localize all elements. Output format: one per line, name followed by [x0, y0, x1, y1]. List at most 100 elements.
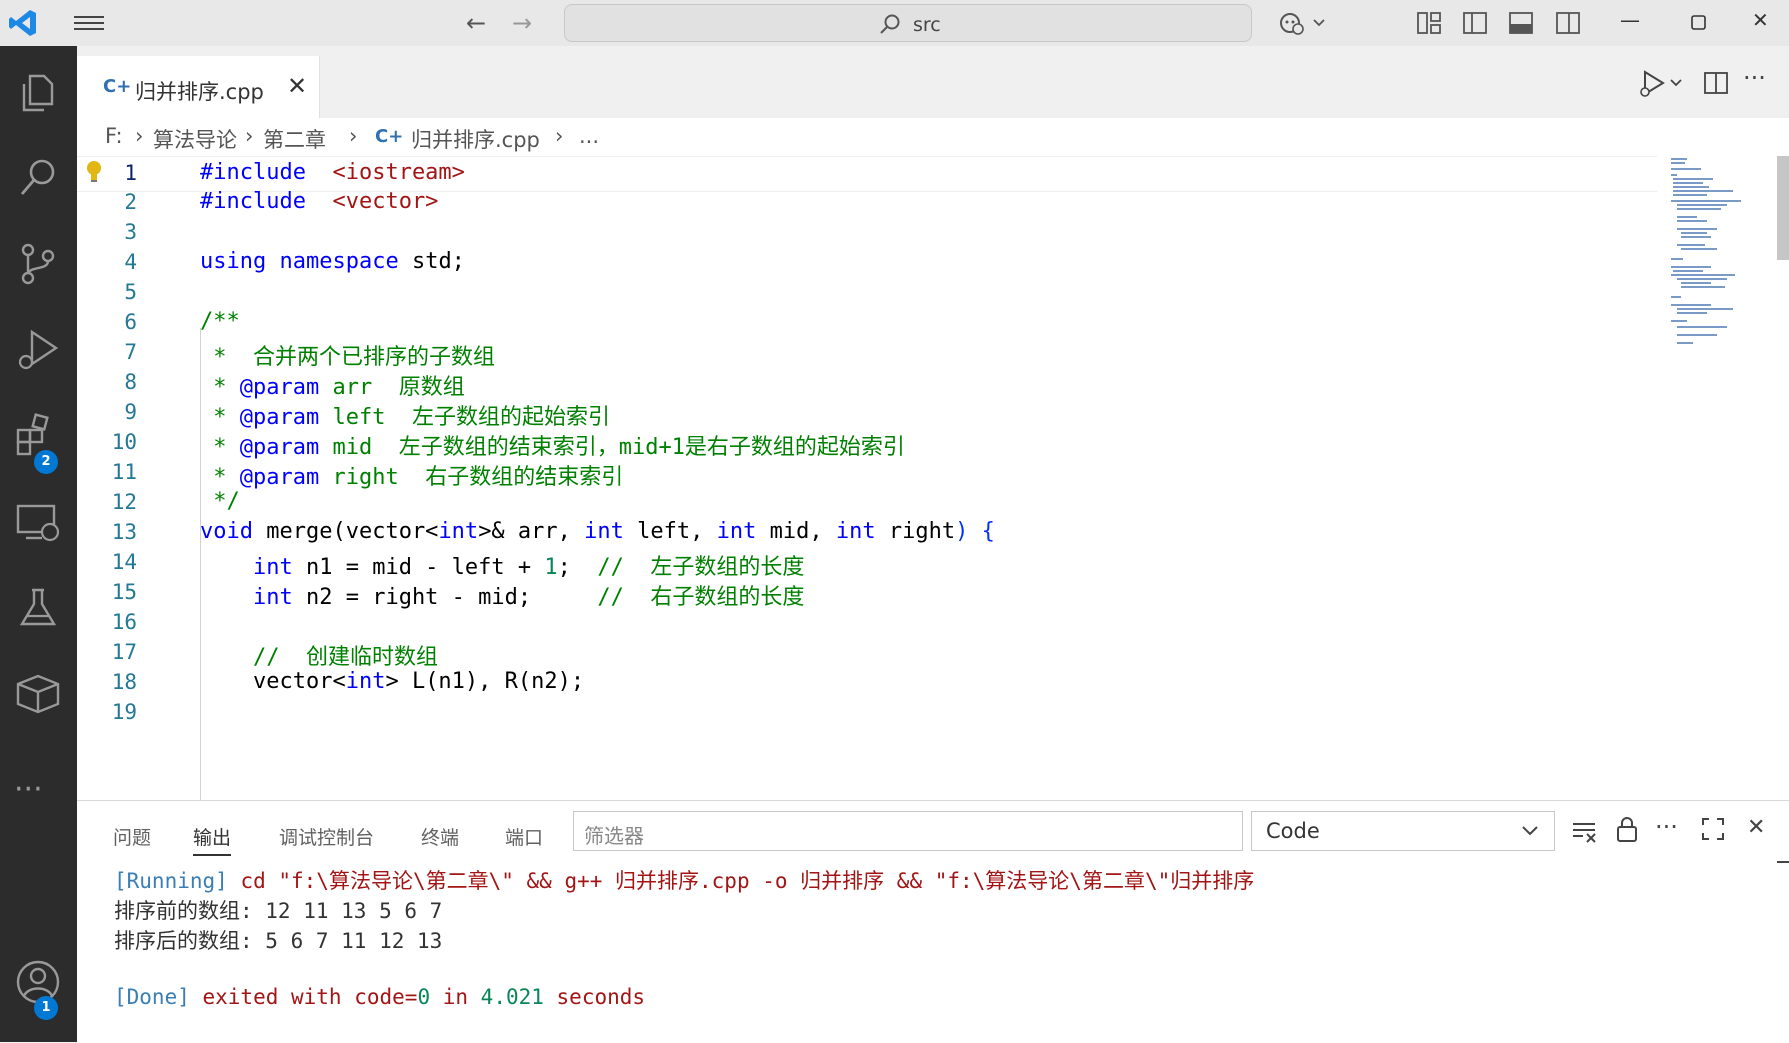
chevron-right-icon: › — [349, 124, 358, 148]
running-tag: [Running] — [114, 869, 228, 893]
maximize-panel-icon[interactable] — [1701, 817, 1725, 841]
line-number: 9 — [124, 400, 137, 424]
explorer-icon[interactable] — [10, 64, 66, 120]
command-center-search[interactable]: src — [564, 4, 1252, 42]
editor-tab-bar: C+ 归并排序.cpp ✕ ··· — [77, 46, 1789, 118]
lock-icon[interactable] — [1615, 815, 1639, 843]
code-text: using namespace std; — [200, 249, 465, 274]
code-line[interactable]: 13 void merge(vector<int>& arr, int left,… — [77, 516, 1657, 550]
code-line[interactable]: 6 /** — [77, 306, 1657, 340]
code-token: int — [584, 519, 624, 544]
customize-layout-icon[interactable] — [1416, 10, 1442, 36]
code-token: int — [438, 519, 479, 544]
accounts-badge: 1 — [34, 996, 58, 1020]
chevron-right-icon: › — [245, 124, 254, 148]
code-line[interactable]: 8 * @param arr 原数组 — [77, 366, 1657, 400]
code-token: ) — [955, 519, 969, 544]
line-number: 4 — [124, 250, 137, 274]
breadcrumb-file[interactable]: 归并排序.cpp — [411, 124, 540, 154]
code-line[interactable]: 5 — [77, 276, 1657, 310]
breadcrumb-folder-2[interactable]: 第二章 — [263, 124, 326, 154]
code-token: int — [835, 519, 876, 544]
tab-merge-sort-cpp[interactable]: C+ 归并排序.cpp ✕ — [77, 56, 320, 118]
more-actions-icon[interactable]: ··· — [1743, 64, 1766, 92]
code-token: void — [200, 519, 253, 544]
line-number: 14 — [111, 550, 137, 574]
more-actions-icon[interactable]: ··· — [1655, 813, 1678, 841]
tab-debug-console[interactable]: 调试控制台 — [279, 823, 374, 850]
line-number: 7 — [124, 340, 137, 364]
toggle-panel-icon[interactable] — [1508, 10, 1534, 36]
testing-icon[interactable] — [10, 580, 66, 636]
code-line[interactable]: 2 #include <vector> — [77, 186, 1657, 220]
activity-bar: 2 ··· 1 — [0, 46, 77, 1042]
tab-ports[interactable]: 端口 — [505, 823, 543, 850]
copilot-icon[interactable] — [1278, 10, 1328, 36]
line-number: 6 — [124, 310, 137, 334]
editor-scrollbar[interactable] — [1777, 156, 1789, 260]
close-panel-icon[interactable]: ✕ — [1747, 815, 1765, 840]
minimize-icon[interactable]: — — [1620, 8, 1640, 32]
search-icon[interactable] — [10, 150, 66, 206]
code-line[interactable]: 7 * 合并两个已排序的子数组 — [77, 336, 1657, 370]
close-tab-icon[interactable]: ✕ — [287, 72, 307, 100]
tab-filename: 归并排序.cpp — [135, 80, 264, 104]
search-icon — [880, 14, 900, 34]
tab-terminal[interactable]: 终端 — [421, 823, 459, 850]
output-channel-select[interactable]: Code — [1251, 811, 1555, 851]
code-line[interactable]: 15 int n2 = right - mid; // 右子数组的长度 — [77, 576, 1657, 610]
elapsed-seconds: 4.021 — [480, 985, 544, 1009]
code-text: */ — [200, 489, 240, 514]
code-line[interactable]: 10 * @param mid 左子数组的结束索引，mid+1是右子数组的起始索… — [77, 426, 1657, 460]
code-line[interactable]: 11 * @param right 右子数组的结束索引 — [77, 456, 1657, 490]
breadcrumb-folder-1[interactable]: 算法导论 — [153, 124, 237, 154]
clear-output-icon[interactable] — [1571, 819, 1599, 845]
code-line[interactable]: 3 — [77, 216, 1657, 250]
more-icon[interactable]: ··· — [14, 772, 43, 807]
minimap[interactable] — [1657, 156, 1767, 356]
tab-output[interactable]: 输出 — [193, 823, 232, 856]
run-debug-icon[interactable] — [10, 322, 66, 378]
remote-explorer-icon[interactable] — [10, 494, 66, 550]
menu-icon[interactable] — [74, 12, 104, 34]
line-number: 8 — [124, 370, 137, 394]
code-line[interactable]: 18 vector<int> L(n1), R(n2); — [77, 666, 1657, 700]
output-filter-input[interactable]: 筛选器 — [573, 811, 1243, 851]
code-line[interactable]: 9 * @param left 左子数组的起始索引 — [77, 396, 1657, 430]
code-token: #include — [200, 189, 306, 214]
close-window-icon[interactable]: ✕ — [1752, 8, 1769, 32]
line-number: 18 — [111, 670, 137, 694]
run-code-icon[interactable] — [1637, 68, 1687, 98]
output-line-done: [Done] exited with code=0 in 4.021 secon… — [114, 985, 645, 1009]
code-editor[interactable]: 1 #include <iostream> 2 #include <vector> 3 4… — [77, 156, 1789, 800]
panel-scrollbar[interactable] — [1777, 861, 1789, 863]
back-arrow-icon[interactable]: ← — [466, 9, 486, 37]
code-line[interactable]: 17 // 创建临时数组 — [77, 636, 1657, 670]
done-text: in — [430, 985, 481, 1009]
forward-arrow-icon[interactable]: → — [512, 9, 532, 37]
code-line[interactable]: 16 — [77, 606, 1657, 640]
breadcrumb-drive[interactable]: F: — [105, 124, 123, 148]
code-token: /** — [200, 309, 240, 334]
vscode-logo-icon — [9, 10, 36, 36]
source-control-icon[interactable] — [10, 236, 66, 292]
line-number: 13 — [111, 520, 137, 544]
maximize-icon[interactable] — [1690, 14, 1708, 32]
code-token: vector< — [200, 669, 346, 694]
split-editor-icon[interactable] — [1703, 70, 1729, 96]
code-line[interactable]: 19 — [77, 696, 1657, 730]
code-text: void merge(vector<int>& arr, int left, i… — [200, 519, 995, 544]
code-line[interactable]: 12 */ — [77, 486, 1657, 520]
containers-icon[interactable] — [10, 666, 66, 722]
code-text: vector<int> L(n1), R(n2); — [200, 669, 584, 694]
code-line[interactable]: 14 int n1 = mid - left + 1; // 左子数组的长度 — [77, 546, 1657, 580]
code-line[interactable]: 4 using namespace std; — [77, 246, 1657, 280]
chevron-down-icon — [1522, 826, 1538, 836]
search-text: src — [913, 14, 941, 36]
toggle-secondary-sidebar-icon[interactable] — [1555, 10, 1581, 36]
toggle-primary-sidebar-icon[interactable] — [1462, 10, 1488, 36]
breadcrumb-symbol[interactable]: ... — [579, 124, 599, 148]
tab-problems[interactable]: 问题 — [113, 823, 151, 850]
